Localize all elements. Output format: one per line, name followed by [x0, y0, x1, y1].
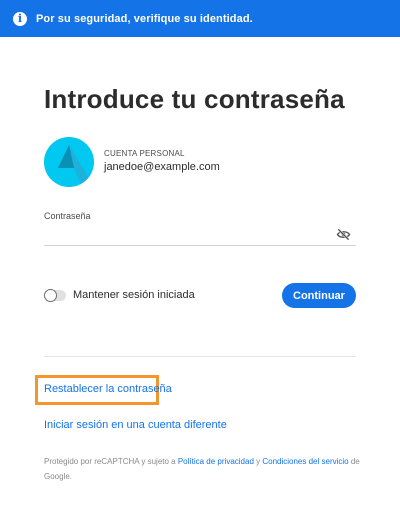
toggle-knob: [44, 289, 57, 302]
password-input[interactable]: [44, 224, 356, 246]
signin-page: i Por su seguridad, verifique su identid…: [0, 0, 400, 525]
info-icon: i: [13, 11, 27, 26]
account-email: janedoe@example.com: [104, 161, 220, 173]
stay-signed-in-label: Mantener sesión iniciada: [73, 289, 195, 301]
eye-slash-icon[interactable]: [336, 228, 351, 241]
banner-text: Por su seguridad, verifique su identidad…: [36, 12, 253, 25]
divider: [44, 356, 356, 357]
other-account-link[interactable]: Iniciar sesión en una cuenta diferente: [44, 419, 227, 431]
page-title: Introduce tu contraseña: [44, 84, 345, 114]
security-banner: i Por su seguridad, verifique su identid…: [0, 0, 400, 37]
password-label: Contraseña: [44, 211, 91, 221]
terms-of-service-link[interactable]: Condiciones del servicio: [262, 457, 348, 466]
continue-button[interactable]: Continuar: [282, 283, 356, 308]
privacy-policy-link[interactable]: Política de privacidad: [178, 457, 254, 466]
stay-signed-in-toggle[interactable]: [44, 289, 66, 302]
legal-prefix: Protegido por reCAPTCHA y sujeto a: [44, 457, 178, 466]
reset-password-link[interactable]: Restablecer la contraseña: [44, 383, 172, 395]
avatar: [44, 137, 94, 187]
recaptcha-legal-text: Protegido por reCAPTCHA y sujeto a Polít…: [44, 454, 364, 484]
account-type: CUENTA PERSONAL: [104, 149, 185, 158]
